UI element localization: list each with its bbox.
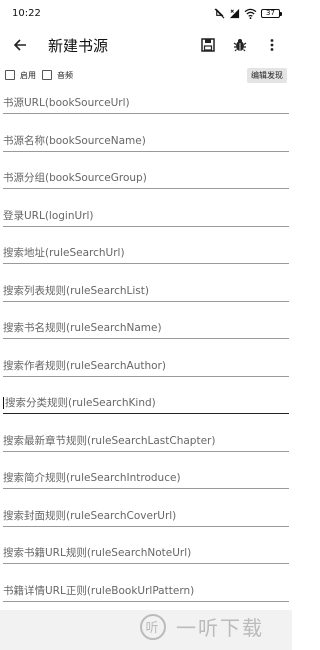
rule-search-kind-field[interactable]: 搜索分类规则(ruleSearchKind) bbox=[3, 392, 289, 414]
signal-x-icon bbox=[229, 8, 240, 18]
rule-book-url-pattern-field[interactable]: 书籍详情URL正则(ruleBookUrlPattern) bbox=[3, 580, 289, 602]
edit-discover-button[interactable]: 编辑发现 bbox=[247, 67, 287, 83]
book-source-group-field[interactable]: 书源分组(bookSourceGroup) bbox=[3, 167, 289, 189]
checkbox-unchecked-icon bbox=[5, 70, 15, 80]
rule-search-last-chapter-field[interactable]: 搜索最新章节规则(ruleSearchLastChapter) bbox=[3, 430, 289, 452]
more-options-button[interactable] bbox=[262, 35, 282, 55]
mute-icon bbox=[214, 8, 225, 18]
wifi-icon bbox=[244, 8, 257, 19]
text-cursor bbox=[3, 397, 4, 409]
status-bar: 10:22 37 bbox=[0, 0, 292, 26]
page-title: 新建书源 bbox=[48, 36, 109, 55]
rule-search-author-field[interactable]: 搜索作者规则(ruleSearchAuthor) bbox=[3, 355, 289, 377]
rule-search-note-url-field[interactable]: 搜索书籍URL规则(ruleSearchNoteUrl) bbox=[3, 542, 289, 564]
save-button[interactable] bbox=[198, 35, 218, 55]
back-button[interactable] bbox=[8, 33, 32, 57]
audio-checkbox[interactable]: 音频 bbox=[42, 70, 73, 81]
arrow-left-icon bbox=[13, 39, 26, 51]
book-source-name-field[interactable]: 书源名称(bookSourceName) bbox=[3, 130, 289, 152]
rule-search-list-field[interactable]: 搜索列表规则(ruleSearchList) bbox=[3, 280, 289, 302]
watermark: 听 一听下载 bbox=[140, 612, 264, 641]
more-vert-icon bbox=[270, 39, 274, 51]
audio-label: 音频 bbox=[57, 70, 73, 80]
rule-search-cover-url-field[interactable]: 搜索封面规则(ruleSearchCoverUrl) bbox=[3, 505, 289, 527]
rule-search-kind-hint: 搜索分类规则(ruleSearchKind) bbox=[5, 397, 156, 409]
rule-search-introduce-field[interactable]: 搜索简介规则(ruleSearchIntroduce) bbox=[3, 467, 289, 489]
watermark-text: 一听下载 bbox=[176, 616, 264, 640]
book-source-url-field[interactable]: 书源URL(bookSourceUrl) bbox=[3, 92, 289, 114]
enable-checkbox[interactable]: 启用 bbox=[5, 70, 36, 81]
checkbox-unchecked-icon bbox=[42, 70, 52, 80]
login-url-field[interactable]: 登录URL(loginUrl) bbox=[3, 205, 289, 227]
options-row: 启用 音频 编辑发现 bbox=[0, 66, 292, 84]
bug-icon bbox=[233, 39, 247, 52]
watermark-logo: 听 bbox=[140, 613, 166, 640]
status-icons: 37 bbox=[214, 8, 282, 19]
app-toolbar: 新建书源 bbox=[0, 26, 292, 64]
debug-button[interactable] bbox=[230, 35, 250, 55]
rule-search-name-field[interactable]: 搜索书名规则(ruleSearchName) bbox=[3, 317, 289, 339]
rule-search-url-field[interactable]: 搜索地址(ruleSearchUrl) bbox=[3, 242, 289, 264]
save-icon bbox=[201, 38, 215, 52]
status-time: 10:22 bbox=[12, 7, 41, 19]
battery-icon: 37 bbox=[261, 8, 282, 18]
enable-label: 启用 bbox=[20, 70, 36, 80]
